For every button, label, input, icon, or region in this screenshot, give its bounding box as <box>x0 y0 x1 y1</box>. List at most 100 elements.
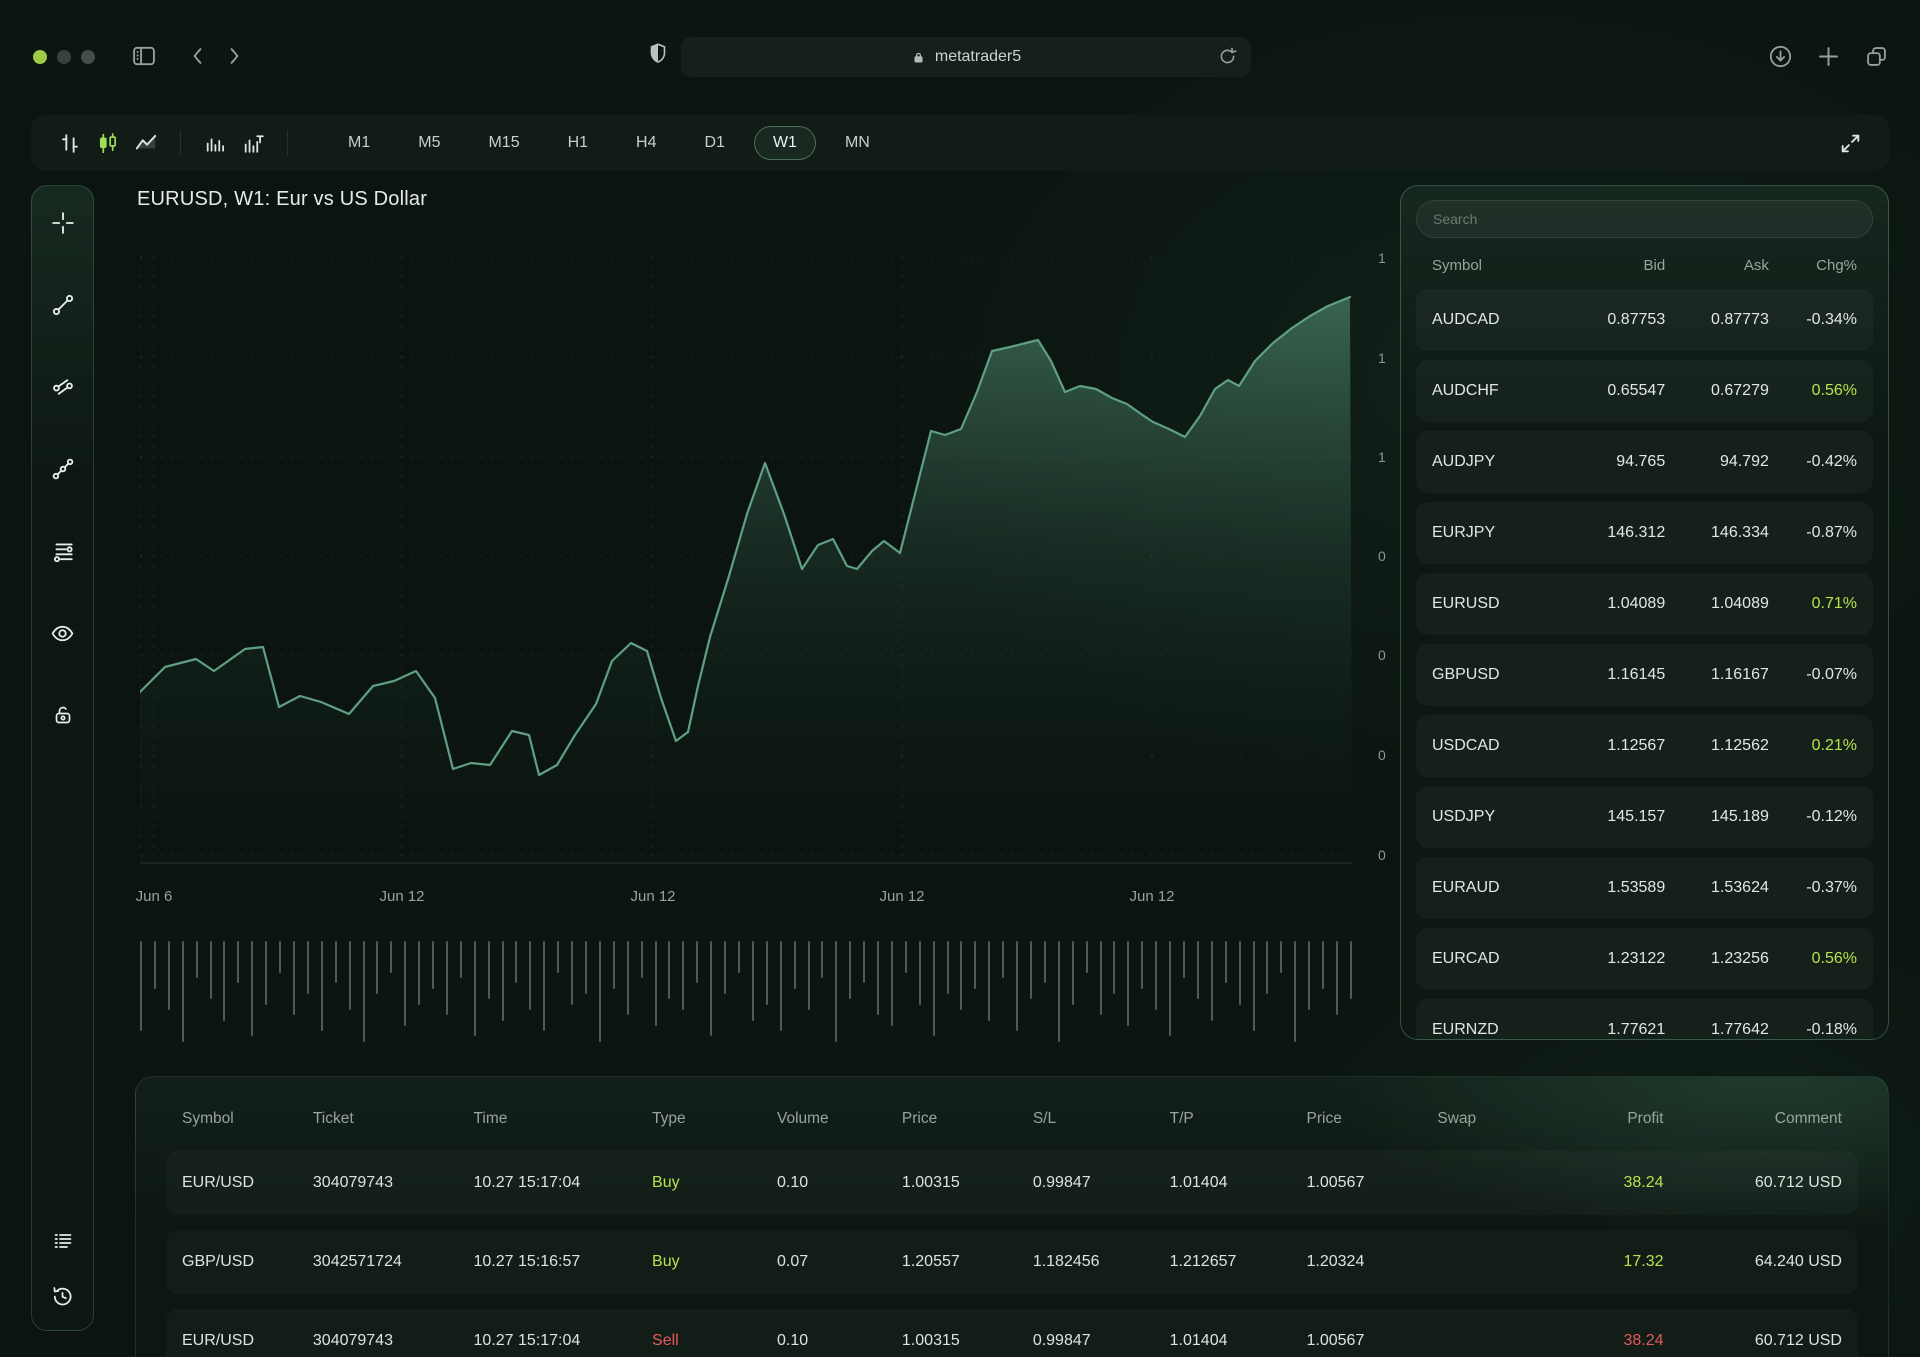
market-row-audchf[interactable]: AUDCHF0.655470.672790.56% <box>1416 360 1873 422</box>
price-chart[interactable] <box>140 255 1352 865</box>
timeframe-d1[interactable]: D1 <box>686 126 744 160</box>
cell-ask: 1.23256 <box>1665 950 1769 968</box>
x-tick-label: Jun 12 <box>1129 888 1174 905</box>
tick-volume-histogram-icon[interactable] <box>234 124 272 162</box>
cell-chg: -0.07% <box>1769 666 1857 684</box>
volume-bar <box>1169 941 1171 1036</box>
timeframe-w1[interactable]: W1 <box>754 126 816 160</box>
trendline-tool-icon[interactable] <box>45 287 81 323</box>
window-zoom-button[interactable] <box>81 50 95 64</box>
volume-bar <box>182 941 184 1042</box>
volume-histogram-icon[interactable] <box>196 124 234 162</box>
volume-bar <box>835 941 837 1042</box>
cell-price2: 1.20324 <box>1307 1253 1438 1271</box>
volume-bar <box>1127 941 1129 1026</box>
volume-bar <box>321 941 323 1031</box>
cell-symbol: EURNZD <box>1432 1021 1562 1039</box>
privacy-shield-icon[interactable] <box>645 41 671 67</box>
unlock-icon[interactable] <box>45 697 81 733</box>
cell-chg: 0.56% <box>1769 950 1857 968</box>
search-input[interactable] <box>1433 211 1856 227</box>
bar-chart-type-icon[interactable] <box>51 124 89 162</box>
fullscreen-icon[interactable] <box>1831 124 1869 162</box>
timeframe-h4[interactable]: H4 <box>617 126 675 160</box>
volume-bar <box>696 941 698 983</box>
polyline-tool-icon[interactable] <box>45 451 81 487</box>
cell-chg: 0.56% <box>1769 382 1857 400</box>
cell-tp: 1.01404 <box>1170 1332 1307 1350</box>
orders-column-8: Price <box>1307 1110 1438 1128</box>
timeframe-m5[interactable]: M5 <box>399 126 459 160</box>
cell-price: 1.00315 <box>902 1174 1033 1192</box>
channel-tool-icon[interactable] <box>45 369 81 405</box>
market-row-eurjpy[interactable]: EURJPY146.312146.334-0.87% <box>1416 502 1873 564</box>
volume-bar <box>1253 941 1255 1031</box>
volume-bar <box>515 941 517 983</box>
cell-bid: 94.765 <box>1562 453 1666 471</box>
cell-chg: -0.34% <box>1769 311 1857 329</box>
cell-ask: 0.67279 <box>1665 382 1769 400</box>
market-row-gbpusd[interactable]: GBPUSD1.161451.16167-0.07% <box>1416 644 1873 706</box>
forward-icon[interactable] <box>222 44 246 68</box>
cell-chg: -0.37% <box>1769 879 1857 897</box>
order-row[interactable]: GBP/USD304257172410.27 15:16:57Buy0.071.… <box>166 1230 1858 1294</box>
market-row-audjpy[interactable]: AUDJPY94.76594.792-0.42% <box>1416 431 1873 493</box>
volume-bar <box>418 941 420 1005</box>
reload-icon[interactable] <box>1216 45 1239 68</box>
y-tick-label: 1 <box>1378 449 1400 465</box>
volume-bar <box>877 941 879 1015</box>
cell-sl: 1.182456 <box>1033 1253 1170 1271</box>
market-watch-search[interactable] <box>1416 200 1873 238</box>
order-row[interactable]: EUR/USD30407974310.27 15:17:04Sell0.101.… <box>166 1309 1858 1357</box>
cell-type: Buy <box>652 1174 777 1192</box>
market-row-eurnzd[interactable]: EURNZD1.776211.77642-0.18% <box>1416 999 1873 1040</box>
object-list-icon[interactable] <box>45 1223 81 1259</box>
volume-bar <box>265 941 267 1005</box>
volume-bar <box>780 941 782 1031</box>
order-row[interactable]: EUR/USD30407974310.27 15:17:04Buy0.101.0… <box>166 1151 1858 1215</box>
timeframe-mn[interactable]: MN <box>826 126 889 160</box>
line-chart-type-icon[interactable] <box>127 124 165 162</box>
cell-symbol: EURCAD <box>1432 950 1562 968</box>
market-row-usdjpy[interactable]: USDJPY145.157145.189-0.12% <box>1416 786 1873 848</box>
cell-ask: 1.77642 <box>1665 1021 1769 1039</box>
market-row-usdcad[interactable]: USDCAD1.125671.125620.21% <box>1416 715 1873 777</box>
open-orders-panel: SymbolTicketTimeTypeVolumePriceS/LT/PPri… <box>135 1076 1889 1357</box>
new-tab-icon[interactable] <box>1815 43 1842 70</box>
volume-bar <box>210 941 212 999</box>
window-minimize-button[interactable] <box>57 50 71 64</box>
market-row-eurcad[interactable]: EURCAD1.231221.232560.56% <box>1416 928 1873 990</box>
history-clock-icon[interactable] <box>45 1278 81 1314</box>
window-close-button[interactable] <box>33 50 47 64</box>
market-watch-rows: AUDCAD0.877530.87773-0.34% AUDCHF0.655470… <box>1416 289 1873 1040</box>
timeframe-h1[interactable]: H1 <box>549 126 607 160</box>
cell-profit: 17.32 <box>1545 1253 1664 1271</box>
address-bar[interactable]: metatrader5 <box>681 37 1251 77</box>
candlestick-chart-type-icon[interactable] <box>89 124 127 162</box>
visibility-eye-icon[interactable] <box>45 615 81 651</box>
market-row-audcad[interactable]: AUDCAD0.877530.87773-0.34% <box>1416 289 1873 351</box>
volume-bar <box>627 941 629 1015</box>
cell-sl: 0.99847 <box>1033 1174 1170 1192</box>
volume-bar <box>251 941 253 1036</box>
cell-symbol: USDCAD <box>1432 737 1562 755</box>
volume-bar <box>335 941 337 983</box>
cell-ask: 0.87773 <box>1665 311 1769 329</box>
x-tick-label: Jun 12 <box>379 888 424 905</box>
timeframe-m1[interactable]: M1 <box>329 126 389 160</box>
volume-bar <box>863 941 865 983</box>
timeframe-m15[interactable]: M15 <box>469 126 538 160</box>
orders-column-7: T/P <box>1170 1110 1307 1128</box>
indicator-levels-tool-icon[interactable] <box>45 533 81 569</box>
cell-price: 1.00315 <box>902 1332 1033 1350</box>
volume-bar <box>960 941 962 1010</box>
downloads-icon[interactable] <box>1767 43 1794 70</box>
market-row-eurusd[interactable]: EURUSD1.040891.040890.71% <box>1416 573 1873 635</box>
sidebar-toggle-icon[interactable] <box>130 42 158 70</box>
cell-comment: 60.712 USD <box>1664 1174 1842 1192</box>
market-row-euraud[interactable]: EURAUD1.535891.53624-0.37% <box>1416 857 1873 919</box>
volume-bar <box>668 941 670 999</box>
tab-overview-icon[interactable] <box>1863 43 1890 70</box>
crosshair-icon[interactable] <box>45 205 81 241</box>
back-icon[interactable] <box>186 44 210 68</box>
